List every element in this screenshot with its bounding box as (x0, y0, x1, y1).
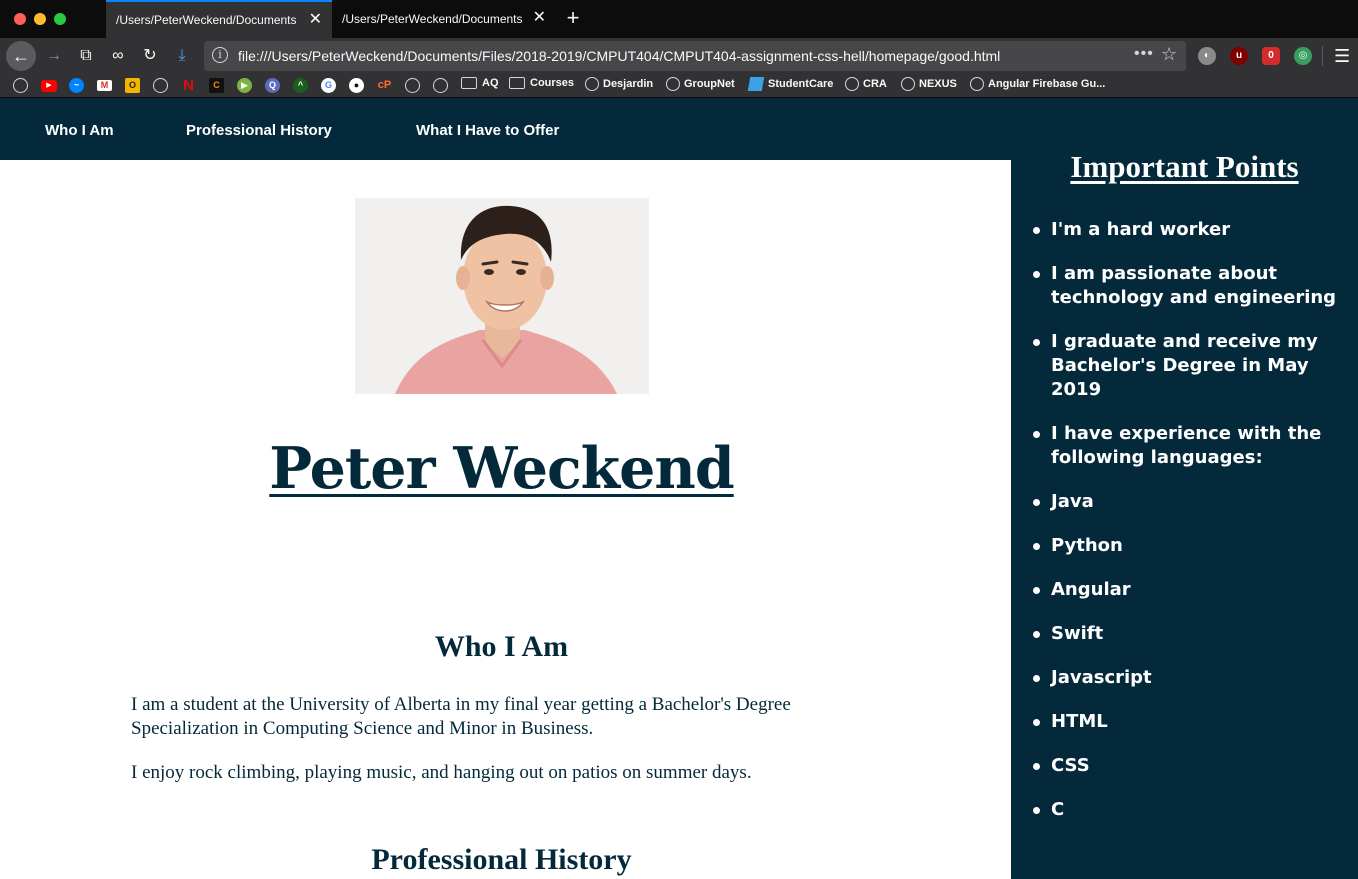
globe-icon[interactable] (13, 78, 28, 93)
bookmark-icon[interactable]: C (209, 78, 224, 93)
globe-icon (970, 77, 984, 91)
list-item: Javascript (1031, 666, 1351, 690)
url-bar[interactable]: i file:///Users/PeterWeckend/Documents/F… (204, 41, 1186, 71)
play-icon[interactable]: ▶ (237, 78, 252, 93)
toolbar-divider (1322, 46, 1323, 66)
bookmark-label: StudentCare (768, 78, 834, 90)
extension-icon[interactable]: ◐ (1198, 47, 1216, 65)
ublock-icon[interactable]: u (1230, 47, 1248, 65)
folder-icon (461, 77, 477, 89)
profile-photo-illustration (355, 198, 649, 394)
container-tab-icon[interactable]: ⧉ (72, 42, 100, 70)
globe-icon (666, 77, 680, 91)
github-icon[interactable]: ● (349, 78, 364, 93)
bookmark-cra[interactable]: CRA (845, 77, 887, 91)
reload-button[interactable]: ↻ (136, 42, 164, 70)
close-window-button[interactable] (14, 13, 26, 25)
bookmark-icon[interactable]: Q (265, 78, 280, 93)
nav-link-what-i-have-to-offer[interactable]: What I Have to Offer (416, 122, 559, 139)
netflix-icon[interactable]: N (181, 78, 196, 93)
bookmark-aq[interactable]: AQ (461, 77, 499, 89)
bookmark-label: Desjardin (603, 78, 654, 90)
back-button[interactable]: ← (6, 41, 36, 71)
folder-icon (509, 77, 525, 89)
list-item: C (1031, 798, 1351, 822)
page-title: Peter Weckend (0, 435, 1003, 502)
url-text[interactable]: file:///Users/PeterWeckend/Documents/Fil… (238, 48, 1000, 64)
list-item: Java (1031, 490, 1351, 514)
bookmark-angular-firebase[interactable]: Angular Firebase Gu... (970, 77, 1105, 91)
list-item: I have experience with the following lan… (1031, 422, 1351, 470)
minimize-window-button[interactable] (34, 13, 46, 25)
new-tab-button[interactable]: + (562, 6, 584, 30)
tab-active[interactable]: /Users/PeterWeckend/Documents/F ✕ (106, 0, 332, 38)
tab-strip: /Users/PeterWeckend/Documents/F ✕ /Users… (0, 0, 1358, 38)
bookmark-label: GroupNet (684, 78, 735, 90)
maximize-window-button[interactable] (54, 13, 66, 25)
globe-icon[interactable] (405, 78, 420, 93)
graduation-cap-icon[interactable]: ^ (293, 78, 308, 93)
main-content: Peter Weckend Who I Am I am a student at… (0, 160, 1011, 879)
page-title-link[interactable]: Peter Weckend (269, 435, 734, 502)
important-points-sidebar: Important Points I'm a hard worker I am … (1011, 98, 1358, 879)
cpanel-icon[interactable]: cP (377, 78, 392, 93)
downloads-icon[interactable]: ⤓ (168, 42, 196, 70)
bookmark-groupnet[interactable]: GroupNet (666, 77, 735, 91)
list-item: Swift (1031, 622, 1351, 646)
globe-icon (585, 77, 599, 91)
list-item: HTML (1031, 710, 1351, 734)
list-item: Angular (1031, 578, 1351, 602)
google-icon[interactable]: G (321, 78, 336, 93)
gmail-icon[interactable]: M (97, 80, 112, 91)
bookmark-star-icon[interactable]: ☆ (1161, 44, 1177, 65)
close-icon[interactable]: ✕ (309, 11, 322, 29)
bookmark-studentcare[interactable]: StudentCare (747, 77, 834, 91)
globe-icon (901, 77, 915, 91)
bookmark-desjardin[interactable]: Desjardin (585, 77, 653, 91)
hamburger-menu-icon[interactable]: ☰ (1334, 46, 1350, 67)
bookmarks-toolbar: ▶ ~ M O N C ▶ Q ^ G ● cP AQ Courses Desj… (0, 74, 1358, 98)
bookmark-icon[interactable]: O (125, 78, 140, 93)
bookmark-label: CRA (863, 78, 887, 90)
bookmark-label: AQ (482, 77, 499, 89)
tab-inactive[interactable]: /Users/PeterWeckend/Documents/F ✕ (332, 0, 556, 38)
bookmark-label: NEXUS (919, 78, 957, 90)
bookmark-label: Courses (530, 77, 575, 89)
nav-link-professional-history[interactable]: Professional History (186, 122, 332, 139)
close-icon[interactable]: ✕ (533, 9, 546, 27)
list-item: I graduate and receive my Bachelor's Deg… (1031, 330, 1351, 402)
bookmark-nexus[interactable]: NEXUS (901, 77, 957, 91)
bookmark-label: Angular Firebase Gu... (988, 78, 1106, 90)
globe-icon[interactable] (153, 78, 168, 93)
list-item: Python (1031, 534, 1351, 558)
list-item: CSS (1031, 754, 1351, 778)
browser-toolbar: ← → ⧉ ∞ ↻ ⤓ i file:///Users/PeterWeckend… (0, 38, 1358, 74)
profile-photo (355, 198, 649, 394)
bookmark-courses[interactable]: Courses (509, 77, 574, 89)
tab-label: /Users/PeterWeckend/Documents/F (342, 12, 522, 26)
list-item: I'm a hard worker (1031, 218, 1351, 242)
studentcare-icon (747, 77, 765, 91)
list-item: I am passionate about technology and eng… (1031, 262, 1351, 310)
extension-icon[interactable]: 0 (1262, 47, 1280, 65)
globe-icon (845, 77, 859, 91)
about-paragraph-2: I enjoy rock climbing, playing music, an… (131, 762, 752, 783)
section-heading-professional-history: Professional History (371, 843, 632, 876)
youtube-icon[interactable]: ▶ (41, 80, 57, 92)
nav-link-who-i-am[interactable]: Who I Am (45, 122, 114, 139)
page-actions-icon[interactable]: ••• (1134, 45, 1154, 63)
messenger-icon[interactable]: ~ (69, 78, 84, 93)
about-paragraph-1: I am a student at the University of Albe… (131, 694, 791, 739)
site-info-icon[interactable]: i (212, 47, 228, 63)
extension-icon[interactable]: ◎ (1294, 47, 1312, 65)
globe-icon[interactable] (433, 78, 448, 93)
private-mask-icon[interactable]: ∞ (104, 42, 132, 70)
tab-label: /Users/PeterWeckend/Documents/F (116, 13, 296, 27)
important-points-list: I'm a hard worker I am passionate about … (1031, 218, 1351, 842)
forward-button[interactable]: → (40, 42, 68, 70)
sidebar-title: Important Points (1070, 149, 1299, 184)
section-heading-who-i-am: Who I Am (434, 630, 569, 663)
web-page: Who I Am Professional History What I Hav… (0, 98, 1358, 879)
